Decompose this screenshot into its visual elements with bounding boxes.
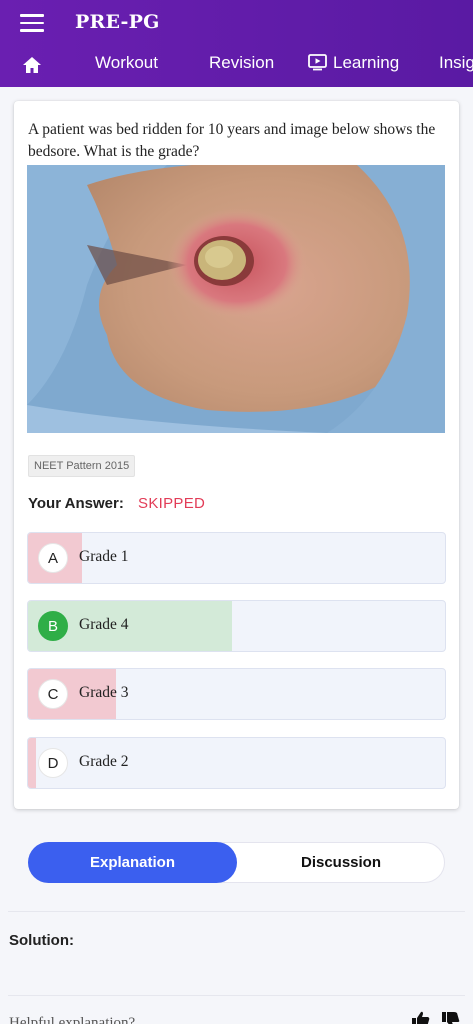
option-d-fill (28, 738, 37, 788)
your-answer-status: SKIPPED (138, 495, 206, 512)
option-d[interactable]: D Grade 2 (27, 737, 446, 789)
tab-revision[interactable]: Revision (209, 53, 274, 73)
question-card: A patient was bed ridden for 10 years an… (14, 101, 459, 809)
thumbs-up-icon[interactable] (412, 1011, 430, 1024)
your-answer: Your Answer: SKIPPED (28, 495, 205, 512)
option-c-text: Grade 3 (79, 684, 129, 701)
option-a-letter: A (38, 543, 68, 573)
helpful-prompt: Helpful explanation? (9, 1015, 136, 1024)
app-bar: PRE-PG Workout Revision Learning Insig (0, 0, 473, 87)
tab-workout[interactable]: Workout (95, 53, 158, 73)
question-tag: NEET Pattern 2015 (28, 455, 136, 477)
menu-icon[interactable] (20, 14, 44, 32)
home-icon[interactable] (22, 56, 42, 74)
divider (8, 995, 465, 996)
option-b[interactable]: B Grade 4 (27, 600, 446, 652)
explanation-discussion-toggle: Explanation Discussion (28, 842, 445, 883)
option-a-text: Grade 1 (79, 548, 129, 565)
tab-bar: Workout Revision Learning Insig (0, 42, 473, 87)
question-text: A patient was bed ridden for 10 years an… (28, 121, 436, 160)
video-icon (308, 54, 327, 71)
explanation-tab[interactable]: Explanation (28, 842, 237, 883)
option-b-text: Grade 4 (79, 616, 129, 633)
option-b-letter: B (38, 611, 68, 641)
question-image (27, 165, 445, 433)
option-a[interactable]: A Grade 1 (27, 532, 446, 584)
feedback-icons (412, 1011, 460, 1024)
your-answer-label: Your Answer: (28, 495, 124, 512)
tab-learning[interactable]: Learning (308, 53, 399, 73)
app-title: PRE-PG (75, 11, 160, 33)
option-d-text: Grade 2 (79, 753, 129, 770)
solution-heading: Solution: (9, 932, 74, 949)
option-c-letter: C (38, 679, 68, 709)
tab-learning-label: Learning (333, 53, 400, 72)
discussion-tab[interactable]: Discussion (237, 843, 445, 882)
tab-insights[interactable]: Insig (439, 53, 473, 73)
divider (8, 911, 465, 912)
option-c[interactable]: C Grade 3 (27, 668, 446, 720)
thumbs-down-icon[interactable] (442, 1012, 460, 1024)
option-d-letter: D (38, 748, 68, 778)
